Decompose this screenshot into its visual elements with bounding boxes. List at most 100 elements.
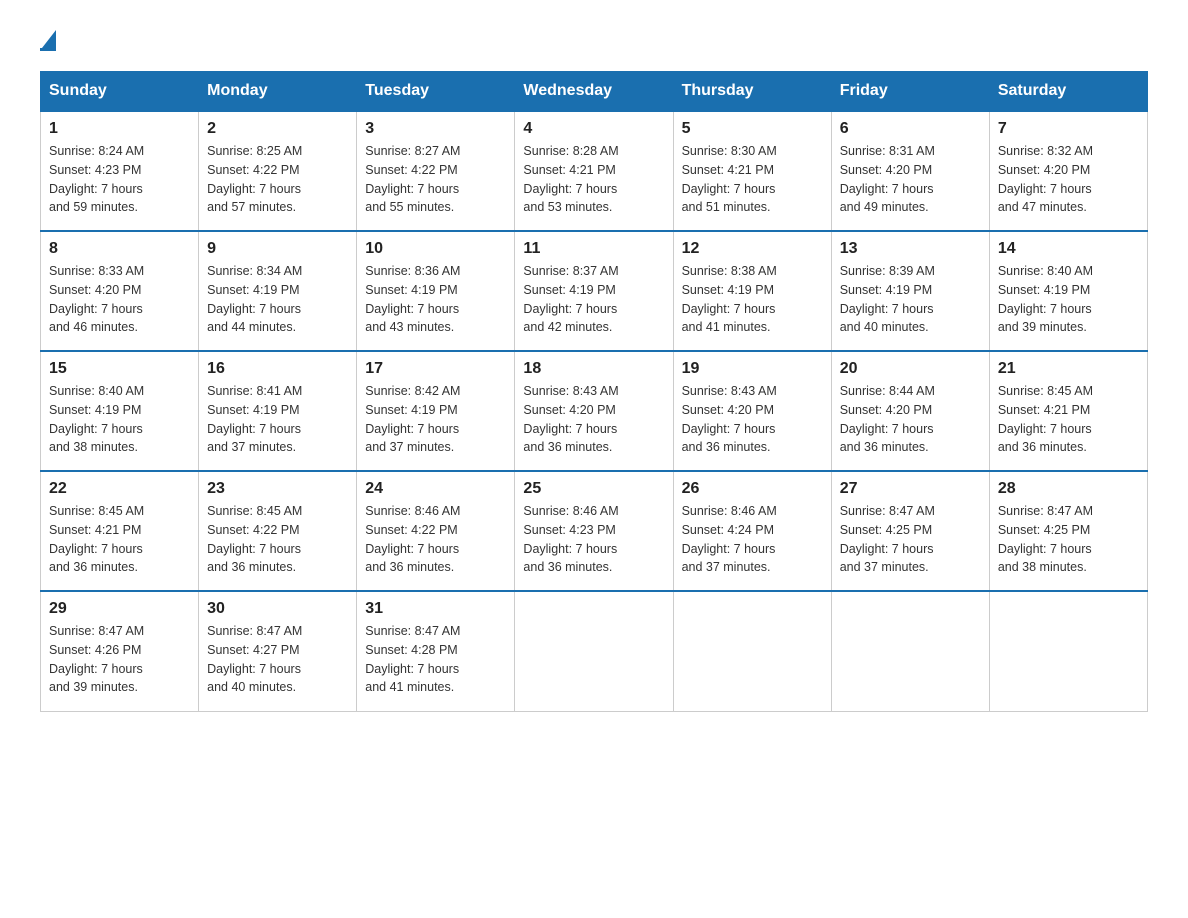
day-number: 21 <box>998 360 1139 378</box>
calendar-cell: 23 Sunrise: 8:45 AM Sunset: 4:22 PM Dayl… <box>199 471 357 591</box>
day-number: 16 <box>207 360 348 378</box>
day-number: 5 <box>682 120 823 138</box>
day-number: 11 <box>523 240 664 258</box>
calendar-cell: 11 Sunrise: 8:37 AM Sunset: 4:19 PM Dayl… <box>515 231 673 351</box>
day-info: Sunrise: 8:40 AM Sunset: 4:19 PM Dayligh… <box>998 264 1093 334</box>
day-number: 14 <box>998 240 1139 258</box>
day-number: 25 <box>523 480 664 498</box>
header-monday: Monday <box>199 72 357 112</box>
day-info: Sunrise: 8:31 AM Sunset: 4:20 PM Dayligh… <box>840 144 935 214</box>
calendar-cell: 30 Sunrise: 8:47 AM Sunset: 4:27 PM Dayl… <box>199 591 357 711</box>
day-info: Sunrise: 8:40 AM Sunset: 4:19 PM Dayligh… <box>49 384 144 454</box>
calendar-cell: 4 Sunrise: 8:28 AM Sunset: 4:21 PM Dayli… <box>515 111 673 231</box>
day-info: Sunrise: 8:34 AM Sunset: 4:19 PM Dayligh… <box>207 264 302 334</box>
day-info: Sunrise: 8:47 AM Sunset: 4:27 PM Dayligh… <box>207 624 302 694</box>
calendar-cell: 9 Sunrise: 8:34 AM Sunset: 4:19 PM Dayli… <box>199 231 357 351</box>
calendar-cell: 25 Sunrise: 8:46 AM Sunset: 4:23 PM Dayl… <box>515 471 673 591</box>
calendar-cell: 17 Sunrise: 8:42 AM Sunset: 4:19 PM Dayl… <box>357 351 515 471</box>
week-row-4: 22 Sunrise: 8:45 AM Sunset: 4:21 PM Dayl… <box>41 471 1148 591</box>
calendar-header-row: SundayMondayTuesdayWednesdayThursdayFrid… <box>41 72 1148 112</box>
day-info: Sunrise: 8:36 AM Sunset: 4:19 PM Dayligh… <box>365 264 460 334</box>
header-thursday: Thursday <box>673 72 831 112</box>
day-info: Sunrise: 8:27 AM Sunset: 4:22 PM Dayligh… <box>365 144 460 214</box>
day-info: Sunrise: 8:47 AM Sunset: 4:25 PM Dayligh… <box>840 504 935 574</box>
calendar-cell <box>673 591 831 711</box>
calendar-cell: 14 Sunrise: 8:40 AM Sunset: 4:19 PM Dayl… <box>989 231 1147 351</box>
day-number: 22 <box>49 480 190 498</box>
calendar-cell: 18 Sunrise: 8:43 AM Sunset: 4:20 PM Dayl… <box>515 351 673 471</box>
calendar-cell <box>831 591 989 711</box>
calendar-cell <box>989 591 1147 711</box>
calendar-cell: 21 Sunrise: 8:45 AM Sunset: 4:21 PM Dayl… <box>989 351 1147 471</box>
day-number: 4 <box>523 120 664 138</box>
day-number: 10 <box>365 240 506 258</box>
calendar-cell <box>515 591 673 711</box>
day-info: Sunrise: 8:28 AM Sunset: 4:21 PM Dayligh… <box>523 144 618 214</box>
day-number: 15 <box>49 360 190 378</box>
day-info: Sunrise: 8:45 AM Sunset: 4:21 PM Dayligh… <box>49 504 144 574</box>
calendar-cell: 5 Sunrise: 8:30 AM Sunset: 4:21 PM Dayli… <box>673 111 831 231</box>
calendar-cell: 15 Sunrise: 8:40 AM Sunset: 4:19 PM Dayl… <box>41 351 199 471</box>
day-number: 28 <box>998 480 1139 498</box>
logo <box>40 30 56 51</box>
calendar-cell: 20 Sunrise: 8:44 AM Sunset: 4:20 PM Dayl… <box>831 351 989 471</box>
day-info: Sunrise: 8:46 AM Sunset: 4:24 PM Dayligh… <box>682 504 777 574</box>
week-row-3: 15 Sunrise: 8:40 AM Sunset: 4:19 PM Dayl… <box>41 351 1148 471</box>
header-wednesday: Wednesday <box>515 72 673 112</box>
calendar-cell: 12 Sunrise: 8:38 AM Sunset: 4:19 PM Dayl… <box>673 231 831 351</box>
calendar-cell: 27 Sunrise: 8:47 AM Sunset: 4:25 PM Dayl… <box>831 471 989 591</box>
calendar-cell: 6 Sunrise: 8:31 AM Sunset: 4:20 PM Dayli… <box>831 111 989 231</box>
day-number: 8 <box>49 240 190 258</box>
day-number: 6 <box>840 120 981 138</box>
day-number: 24 <box>365 480 506 498</box>
day-number: 29 <box>49 600 190 618</box>
header-tuesday: Tuesday <box>357 72 515 112</box>
day-info: Sunrise: 8:41 AM Sunset: 4:19 PM Dayligh… <box>207 384 302 454</box>
week-row-5: 29 Sunrise: 8:47 AM Sunset: 4:26 PM Dayl… <box>41 591 1148 711</box>
week-row-1: 1 Sunrise: 8:24 AM Sunset: 4:23 PM Dayli… <box>41 111 1148 231</box>
day-number: 7 <box>998 120 1139 138</box>
calendar-cell: 3 Sunrise: 8:27 AM Sunset: 4:22 PM Dayli… <box>357 111 515 231</box>
day-number: 12 <box>682 240 823 258</box>
day-info: Sunrise: 8:45 AM Sunset: 4:21 PM Dayligh… <box>998 384 1093 454</box>
day-info: Sunrise: 8:44 AM Sunset: 4:20 PM Dayligh… <box>840 384 935 454</box>
calendar-cell: 16 Sunrise: 8:41 AM Sunset: 4:19 PM Dayl… <box>199 351 357 471</box>
day-number: 2 <box>207 120 348 138</box>
day-info: Sunrise: 8:43 AM Sunset: 4:20 PM Dayligh… <box>682 384 777 454</box>
day-number: 26 <box>682 480 823 498</box>
calendar-cell: 13 Sunrise: 8:39 AM Sunset: 4:19 PM Dayl… <box>831 231 989 351</box>
day-info: Sunrise: 8:47 AM Sunset: 4:26 PM Dayligh… <box>49 624 144 694</box>
day-number: 9 <box>207 240 348 258</box>
calendar-cell: 19 Sunrise: 8:43 AM Sunset: 4:20 PM Dayl… <box>673 351 831 471</box>
calendar-cell: 2 Sunrise: 8:25 AM Sunset: 4:22 PM Dayli… <box>199 111 357 231</box>
day-number: 17 <box>365 360 506 378</box>
calendar-cell: 28 Sunrise: 8:47 AM Sunset: 4:25 PM Dayl… <box>989 471 1147 591</box>
logo-triangle-icon <box>42 30 56 48</box>
calendar-cell: 24 Sunrise: 8:46 AM Sunset: 4:22 PM Dayl… <box>357 471 515 591</box>
calendar-cell: 10 Sunrise: 8:36 AM Sunset: 4:19 PM Dayl… <box>357 231 515 351</box>
day-number: 13 <box>840 240 981 258</box>
calendar-cell: 26 Sunrise: 8:46 AM Sunset: 4:24 PM Dayl… <box>673 471 831 591</box>
day-number: 19 <box>682 360 823 378</box>
day-info: Sunrise: 8:24 AM Sunset: 4:23 PM Dayligh… <box>49 144 144 214</box>
header-sunday: Sunday <box>41 72 199 112</box>
day-number: 23 <box>207 480 348 498</box>
calendar-cell: 31 Sunrise: 8:47 AM Sunset: 4:28 PM Dayl… <box>357 591 515 711</box>
day-info: Sunrise: 8:30 AM Sunset: 4:21 PM Dayligh… <box>682 144 777 214</box>
day-info: Sunrise: 8:46 AM Sunset: 4:22 PM Dayligh… <box>365 504 460 574</box>
day-number: 20 <box>840 360 981 378</box>
day-number: 18 <box>523 360 664 378</box>
calendar-cell: 22 Sunrise: 8:45 AM Sunset: 4:21 PM Dayl… <box>41 471 199 591</box>
calendar-table: SundayMondayTuesdayWednesdayThursdayFrid… <box>40 71 1148 712</box>
day-number: 3 <box>365 120 506 138</box>
calendar-cell: 8 Sunrise: 8:33 AM Sunset: 4:20 PM Dayli… <box>41 231 199 351</box>
day-info: Sunrise: 8:33 AM Sunset: 4:20 PM Dayligh… <box>49 264 144 334</box>
calendar-cell: 1 Sunrise: 8:24 AM Sunset: 4:23 PM Dayli… <box>41 111 199 231</box>
day-info: Sunrise: 8:47 AM Sunset: 4:28 PM Dayligh… <box>365 624 460 694</box>
calendar-cell: 29 Sunrise: 8:47 AM Sunset: 4:26 PM Dayl… <box>41 591 199 711</box>
day-info: Sunrise: 8:43 AM Sunset: 4:20 PM Dayligh… <box>523 384 618 454</box>
day-info: Sunrise: 8:38 AM Sunset: 4:19 PM Dayligh… <box>682 264 777 334</box>
day-number: 31 <box>365 600 506 618</box>
calendar-cell: 7 Sunrise: 8:32 AM Sunset: 4:20 PM Dayli… <box>989 111 1147 231</box>
header-friday: Friday <box>831 72 989 112</box>
